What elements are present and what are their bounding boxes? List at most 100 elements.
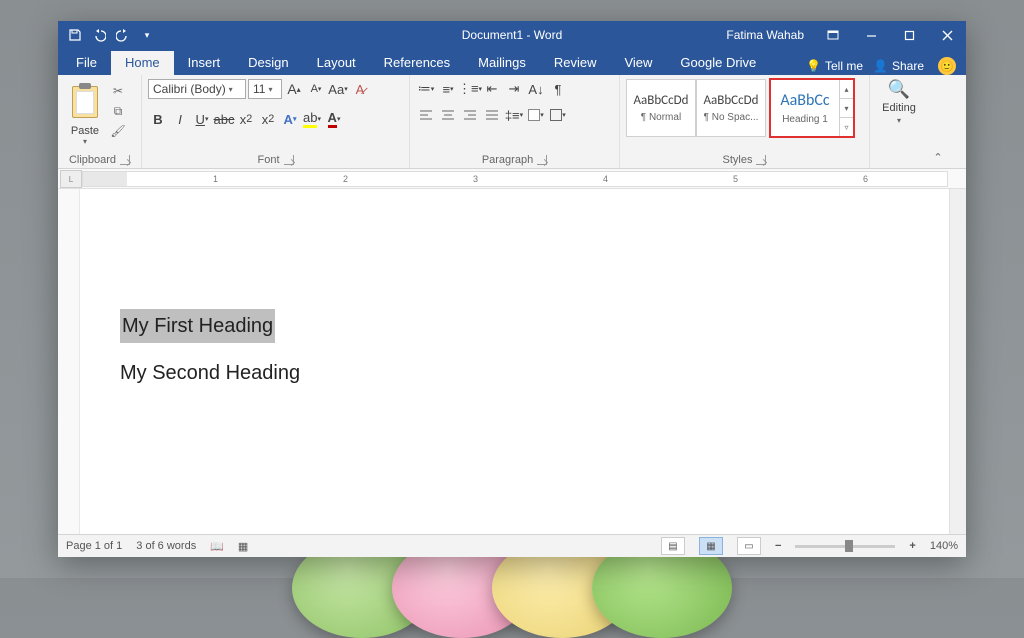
zoom-in-icon[interactable]: + [909,540,915,552]
vertical-scrollbar[interactable] [949,189,966,534]
superscript-button[interactable]: x2 [258,109,278,129]
tab-home[interactable]: Home [111,51,174,75]
change-case-icon[interactable]: Aa▾ [328,79,348,99]
save-icon[interactable] [68,28,82,42]
zoom-slider[interactable] [795,545,895,548]
macro-icon[interactable]: ▦ [238,540,248,553]
tab-mailings[interactable]: Mailings [464,51,540,75]
tab-google-drive[interactable]: Google Drive [666,51,770,75]
tab-selector[interactable]: L [60,170,82,188]
feedback-smiley-icon[interactable]: 🙂 [938,57,956,75]
clipboard-group-label: Clipboard [69,154,116,166]
styles-scroll: ▴ ▾ ▿ [840,79,854,137]
status-bar: Page 1 of 1 3 of 6 words 📖 ▦ ▤ ▦ ▭ − + 1… [58,534,966,557]
copy-icon[interactable]: ⧉ [110,103,126,119]
style-normal[interactable]: AaBbCcDd ¶ Normal [626,79,696,137]
tab-layout[interactable]: Layout [303,51,370,75]
font-launcher-icon[interactable] [284,155,294,165]
multilevel-icon[interactable]: ⋮≡▾ [460,79,480,99]
borders-icon[interactable]: ▾ [548,105,568,125]
line-spacing-icon[interactable]: ‡≡▾ [504,105,524,125]
tell-me[interactable]: 💡Tell me [806,59,863,73]
horizontal-ruler[interactable]: L 1 2 3 4 5 6 [58,169,966,189]
tab-references[interactable]: References [370,51,464,75]
align-left-icon[interactable] [416,105,436,125]
page-indicator[interactable]: Page 1 of 1 [66,540,122,552]
bold-button[interactable]: B [148,109,168,129]
subscript-button[interactable]: x2 [236,109,256,129]
grow-font-icon[interactable]: A▴ [284,79,304,99]
styles-group-label: Styles [723,154,753,166]
heading-1-text[interactable]: My First Heading [120,309,275,343]
format-painter-icon[interactable]: 🖌 [110,123,126,139]
page[interactable]: My First Heading My Second Heading [80,189,949,534]
ribbon-tabs: File Home Insert Design Layout Reference… [58,49,966,75]
paragraph-launcher-icon[interactable] [537,155,547,165]
bullets-icon[interactable]: ≔▾ [416,79,436,99]
styles-scroll-up-icon[interactable]: ▴ [840,80,853,99]
decrease-indent-icon[interactable]: ⇤ [482,79,502,99]
word-window: ▾ Document1 - Word Fatima Wahab File Hom… [58,21,966,557]
styles-launcher-icon[interactable] [756,155,766,165]
spellcheck-icon[interactable]: 📖 [210,540,224,553]
style-no-spacing[interactable]: AaBbCcDd ¶ No Spac... [696,79,766,137]
lightbulb-icon: 💡 [806,59,821,73]
increase-indent-icon[interactable]: ⇥ [504,79,524,99]
paste-button[interactable]: Paste ▾ [64,79,106,146]
cut-icon[interactable]: ✂ [110,83,126,99]
print-layout-icon[interactable]: ▦ [699,537,723,555]
qat-customize-icon[interactable]: ▾ [140,28,154,42]
underline-button[interactable]: U▾ [192,109,212,129]
close-button[interactable] [928,21,966,49]
highlight-icon[interactable]: ab▾ [302,109,322,129]
tab-design[interactable]: Design [234,51,302,75]
clear-format-icon[interactable]: A̷ [350,79,370,99]
tab-view[interactable]: View [610,51,666,75]
vertical-ruler[interactable] [58,189,80,534]
read-mode-icon[interactable]: ▤ [661,537,685,555]
align-center-icon[interactable] [438,105,458,125]
editing-button[interactable]: 🔍 Editing ▾ [876,79,922,125]
user-name[interactable]: Fatima Wahab [716,28,814,42]
ribbon-display-icon[interactable] [814,21,852,49]
web-layout-icon[interactable]: ▭ [737,537,761,555]
strike-button[interactable]: abc [214,109,234,129]
quick-access-toolbar: ▾ [58,28,164,42]
zoom-level[interactable]: 140% [930,540,958,552]
group-font: Calibri (Body)▾ 11▾ A▴ A▾ Aa▾ A̷ B I U▾ … [142,75,410,168]
show-marks-icon[interactable]: ¶ [548,79,568,99]
zoom-out-icon[interactable]: − [775,540,781,552]
style-heading-1[interactable]: AaBbCc Heading 1 [770,79,840,137]
styles-expand-icon[interactable]: ▿ [840,118,853,136]
tab-file[interactable]: File [62,51,111,75]
maximize-button[interactable] [890,21,928,49]
italic-button[interactable]: I [170,109,190,129]
font-color-icon[interactable]: A▾ [324,109,344,129]
heading-2-text[interactable]: My Second Heading [120,357,949,389]
font-name-combo[interactable]: Calibri (Body)▾ [148,79,246,99]
collapse-ribbon-icon[interactable]: ⌃ [928,75,948,168]
shrink-font-icon[interactable]: A▾ [306,79,326,99]
word-count[interactable]: 3 of 6 words [136,540,196,552]
paste-label: Paste [71,125,99,137]
align-right-icon[interactable] [460,105,480,125]
minimize-button[interactable] [852,21,890,49]
numbering-icon[interactable]: ≡▾ [438,79,458,99]
sort-icon[interactable]: A↓ [526,79,546,99]
redo-icon[interactable] [116,28,130,42]
text-effects-icon[interactable]: A▾ [280,109,300,129]
share-icon: 👤 [873,59,888,73]
styles-scroll-down-icon[interactable]: ▾ [840,99,853,118]
undo-icon[interactable] [92,28,106,42]
tab-insert[interactable]: Insert [174,51,235,75]
clipboard-icon [72,86,98,118]
tab-review[interactable]: Review [540,51,611,75]
font-size-combo[interactable]: 11▾ [248,79,282,99]
document-area: My First Heading My Second Heading [58,189,966,534]
justify-icon[interactable] [482,105,502,125]
editing-label: Editing [882,102,916,114]
font-group-label: Font [257,154,279,166]
shading-icon[interactable]: ▾ [526,105,546,125]
share-button[interactable]: 👤Share [873,59,924,73]
clipboard-launcher-icon[interactable] [120,155,130,165]
